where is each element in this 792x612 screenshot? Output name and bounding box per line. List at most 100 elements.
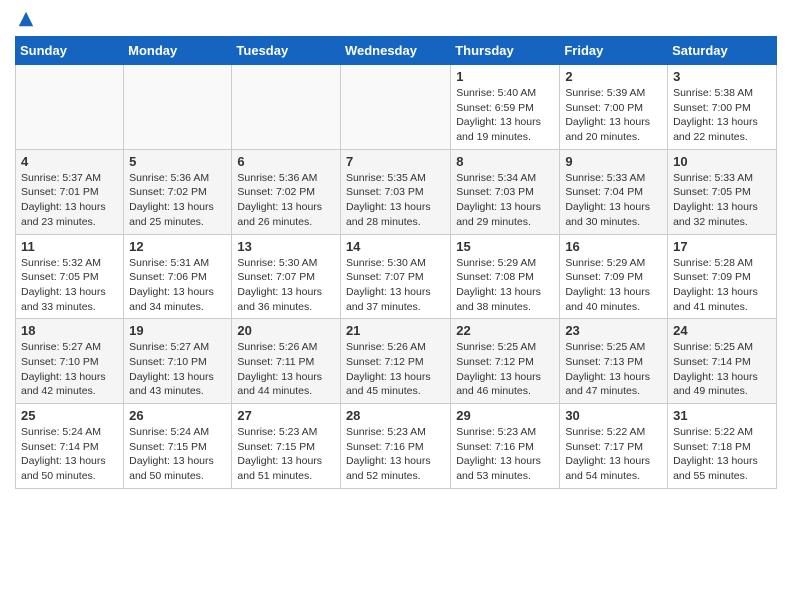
calendar-table: SundayMondayTuesdayWednesdayThursdayFrid…	[15, 36, 777, 489]
calendar-cell: 11Sunrise: 5:32 AM Sunset: 7:05 PM Dayli…	[16, 234, 124, 319]
week-row-2: 4 Sunrise: 5:37 AM Sunset: 7:01 PM Daylig…	[16, 149, 777, 234]
day-number: 27	[237, 408, 335, 423]
day-info: Sunrise: 5:36 AM Sunset: 7:02 PM Dayligh…	[237, 171, 335, 230]
logo	[15, 10, 35, 28]
day-info: Sunrise: 5:32 AM Sunset: 7:05 PM Dayligh…	[21, 256, 118, 315]
day-info: Sunrise: 5:28 AM Sunset: 7:09 PM Dayligh…	[673, 256, 771, 315]
calendar-cell: 21Sunrise: 5:26 AM Sunset: 7:12 PM Dayli…	[340, 319, 450, 404]
calendar-cell: 12 Sunrise: 5:31 AM Sunset: 7:06 PM Dayli…	[124, 234, 232, 319]
calendar-cell: 3 Sunrise: 5:38 AM Sunset: 7:00 PM Daylig…	[668, 65, 777, 150]
calendar-cell: 2 Sunrise: 5:39 AM Sunset: 7:00 PM Daylig…	[560, 65, 668, 150]
day-number: 22	[456, 323, 554, 338]
calendar-cell: 29 Sunrise: 5:23 AM Sunset: 7:16 PM Dayli…	[451, 404, 560, 489]
calendar-cell: 14Sunrise: 5:30 AM Sunset: 7:07 PM Dayli…	[340, 234, 450, 319]
day-info: Sunrise: 5:35 AM Sunset: 7:03 PM Dayligh…	[346, 171, 445, 230]
calendar-cell: 8Sunrise: 5:34 AM Sunset: 7:03 PM Daylig…	[451, 149, 560, 234]
calendar-cell: 16 Sunrise: 5:29 AM Sunset: 7:09 PM Dayli…	[560, 234, 668, 319]
day-number: 8	[456, 154, 554, 169]
day-info: Sunrise: 5:38 AM Sunset: 7:00 PM Dayligh…	[673, 86, 771, 145]
day-number: 20	[237, 323, 335, 338]
day-info: Sunrise: 5:25 AM Sunset: 7:12 PM Dayligh…	[456, 340, 554, 399]
calendar-cell: 28 Sunrise: 5:23 AM Sunset: 7:16 PM Dayli…	[340, 404, 450, 489]
day-header-wednesday: Wednesday	[340, 37, 450, 65]
day-info: Sunrise: 5:39 AM Sunset: 7:00 PM Dayligh…	[565, 86, 662, 145]
week-row-5: 25Sunrise: 5:24 AM Sunset: 7:14 PM Dayli…	[16, 404, 777, 489]
calendar-cell: 17 Sunrise: 5:28 AM Sunset: 7:09 PM Dayli…	[668, 234, 777, 319]
day-number: 24	[673, 323, 771, 338]
day-number: 4	[21, 154, 118, 169]
day-number: 15	[456, 239, 554, 254]
day-header-thursday: Thursday	[451, 37, 560, 65]
calendar-cell	[16, 65, 124, 150]
day-number: 28	[346, 408, 445, 423]
header	[15, 10, 777, 28]
day-number: 13	[237, 239, 335, 254]
calendar-header-row: SundayMondayTuesdayWednesdayThursdayFrid…	[16, 37, 777, 65]
day-info: Sunrise: 5:26 AM Sunset: 7:11 PM Dayligh…	[237, 340, 335, 399]
day-number: 2	[565, 69, 662, 84]
day-info: Sunrise: 5:29 AM Sunset: 7:08 PM Dayligh…	[456, 256, 554, 315]
day-info: Sunrise: 5:30 AM Sunset: 7:07 PM Dayligh…	[237, 256, 335, 315]
calendar-cell: 25Sunrise: 5:24 AM Sunset: 7:14 PM Dayli…	[16, 404, 124, 489]
day-number: 16	[565, 239, 662, 254]
calendar-cell: 6 Sunrise: 5:36 AM Sunset: 7:02 PM Daylig…	[232, 149, 341, 234]
calendar-cell: 1Sunrise: 5:40 AM Sunset: 6:59 PM Daylig…	[451, 65, 560, 150]
calendar-cell: 30 Sunrise: 5:22 AM Sunset: 7:17 PM Dayli…	[560, 404, 668, 489]
calendar-cell: 4 Sunrise: 5:37 AM Sunset: 7:01 PM Daylig…	[16, 149, 124, 234]
day-info: Sunrise: 5:23 AM Sunset: 7:16 PM Dayligh…	[456, 425, 554, 484]
day-number: 30	[565, 408, 662, 423]
day-number: 17	[673, 239, 771, 254]
day-number: 6	[237, 154, 335, 169]
calendar-cell	[124, 65, 232, 150]
day-info: Sunrise: 5:25 AM Sunset: 7:13 PM Dayligh…	[565, 340, 662, 399]
day-info: Sunrise: 5:33 AM Sunset: 7:04 PM Dayligh…	[565, 171, 662, 230]
day-header-sunday: Sunday	[16, 37, 124, 65]
calendar-cell: 5 Sunrise: 5:36 AM Sunset: 7:02 PM Daylig…	[124, 149, 232, 234]
logo-icon	[17, 10, 35, 28]
day-info: Sunrise: 5:22 AM Sunset: 7:18 PM Dayligh…	[673, 425, 771, 484]
day-info: Sunrise: 5:30 AM Sunset: 7:07 PM Dayligh…	[346, 256, 445, 315]
day-number: 18	[21, 323, 118, 338]
calendar-cell: 27 Sunrise: 5:23 AM Sunset: 7:15 PM Dayli…	[232, 404, 341, 489]
day-info: Sunrise: 5:24 AM Sunset: 7:15 PM Dayligh…	[129, 425, 226, 484]
calendar-cell: 9 Sunrise: 5:33 AM Sunset: 7:04 PM Daylig…	[560, 149, 668, 234]
day-number: 21	[346, 323, 445, 338]
calendar-cell: 31Sunrise: 5:22 AM Sunset: 7:18 PM Dayli…	[668, 404, 777, 489]
calendar-cell: 26 Sunrise: 5:24 AM Sunset: 7:15 PM Dayli…	[124, 404, 232, 489]
day-number: 23	[565, 323, 662, 338]
day-info: Sunrise: 5:27 AM Sunset: 7:10 PM Dayligh…	[129, 340, 226, 399]
day-header-friday: Friday	[560, 37, 668, 65]
day-header-tuesday: Tuesday	[232, 37, 341, 65]
day-info: Sunrise: 5:40 AM Sunset: 6:59 PM Dayligh…	[456, 86, 554, 145]
day-info: Sunrise: 5:23 AM Sunset: 7:15 PM Dayligh…	[237, 425, 335, 484]
calendar-cell: 19 Sunrise: 5:27 AM Sunset: 7:10 PM Dayli…	[124, 319, 232, 404]
day-number: 10	[673, 154, 771, 169]
page-container: SundayMondayTuesdayWednesdayThursdayFrid…	[0, 0, 792, 499]
day-number: 3	[673, 69, 771, 84]
day-header-monday: Monday	[124, 37, 232, 65]
day-number: 19	[129, 323, 226, 338]
calendar-cell: 20 Sunrise: 5:26 AM Sunset: 7:11 PM Dayli…	[232, 319, 341, 404]
day-info: Sunrise: 5:29 AM Sunset: 7:09 PM Dayligh…	[565, 256, 662, 315]
day-number: 29	[456, 408, 554, 423]
day-info: Sunrise: 5:23 AM Sunset: 7:16 PM Dayligh…	[346, 425, 445, 484]
day-number: 9	[565, 154, 662, 169]
day-number: 26	[129, 408, 226, 423]
calendar-cell: 7Sunrise: 5:35 AM Sunset: 7:03 PM Daylig…	[340, 149, 450, 234]
day-info: Sunrise: 5:22 AM Sunset: 7:17 PM Dayligh…	[565, 425, 662, 484]
day-info: Sunrise: 5:33 AM Sunset: 7:05 PM Dayligh…	[673, 171, 771, 230]
day-info: Sunrise: 5:37 AM Sunset: 7:01 PM Dayligh…	[21, 171, 118, 230]
calendar-cell: 13 Sunrise: 5:30 AM Sunset: 7:07 PM Dayli…	[232, 234, 341, 319]
week-row-3: 11Sunrise: 5:32 AM Sunset: 7:05 PM Dayli…	[16, 234, 777, 319]
day-info: Sunrise: 5:27 AM Sunset: 7:10 PM Dayligh…	[21, 340, 118, 399]
day-number: 12	[129, 239, 226, 254]
day-number: 5	[129, 154, 226, 169]
calendar-cell: 18 Sunrise: 5:27 AM Sunset: 7:10 PM Dayli…	[16, 319, 124, 404]
day-info: Sunrise: 5:36 AM Sunset: 7:02 PM Dayligh…	[129, 171, 226, 230]
week-row-4: 18 Sunrise: 5:27 AM Sunset: 7:10 PM Dayli…	[16, 319, 777, 404]
calendar-cell: 24Sunrise: 5:25 AM Sunset: 7:14 PM Dayli…	[668, 319, 777, 404]
calendar-cell: 22 Sunrise: 5:25 AM Sunset: 7:12 PM Dayli…	[451, 319, 560, 404]
calendar-cell: 15 Sunrise: 5:29 AM Sunset: 7:08 PM Dayli…	[451, 234, 560, 319]
day-info: Sunrise: 5:31 AM Sunset: 7:06 PM Dayligh…	[129, 256, 226, 315]
calendar-cell: 23 Sunrise: 5:25 AM Sunset: 7:13 PM Dayli…	[560, 319, 668, 404]
